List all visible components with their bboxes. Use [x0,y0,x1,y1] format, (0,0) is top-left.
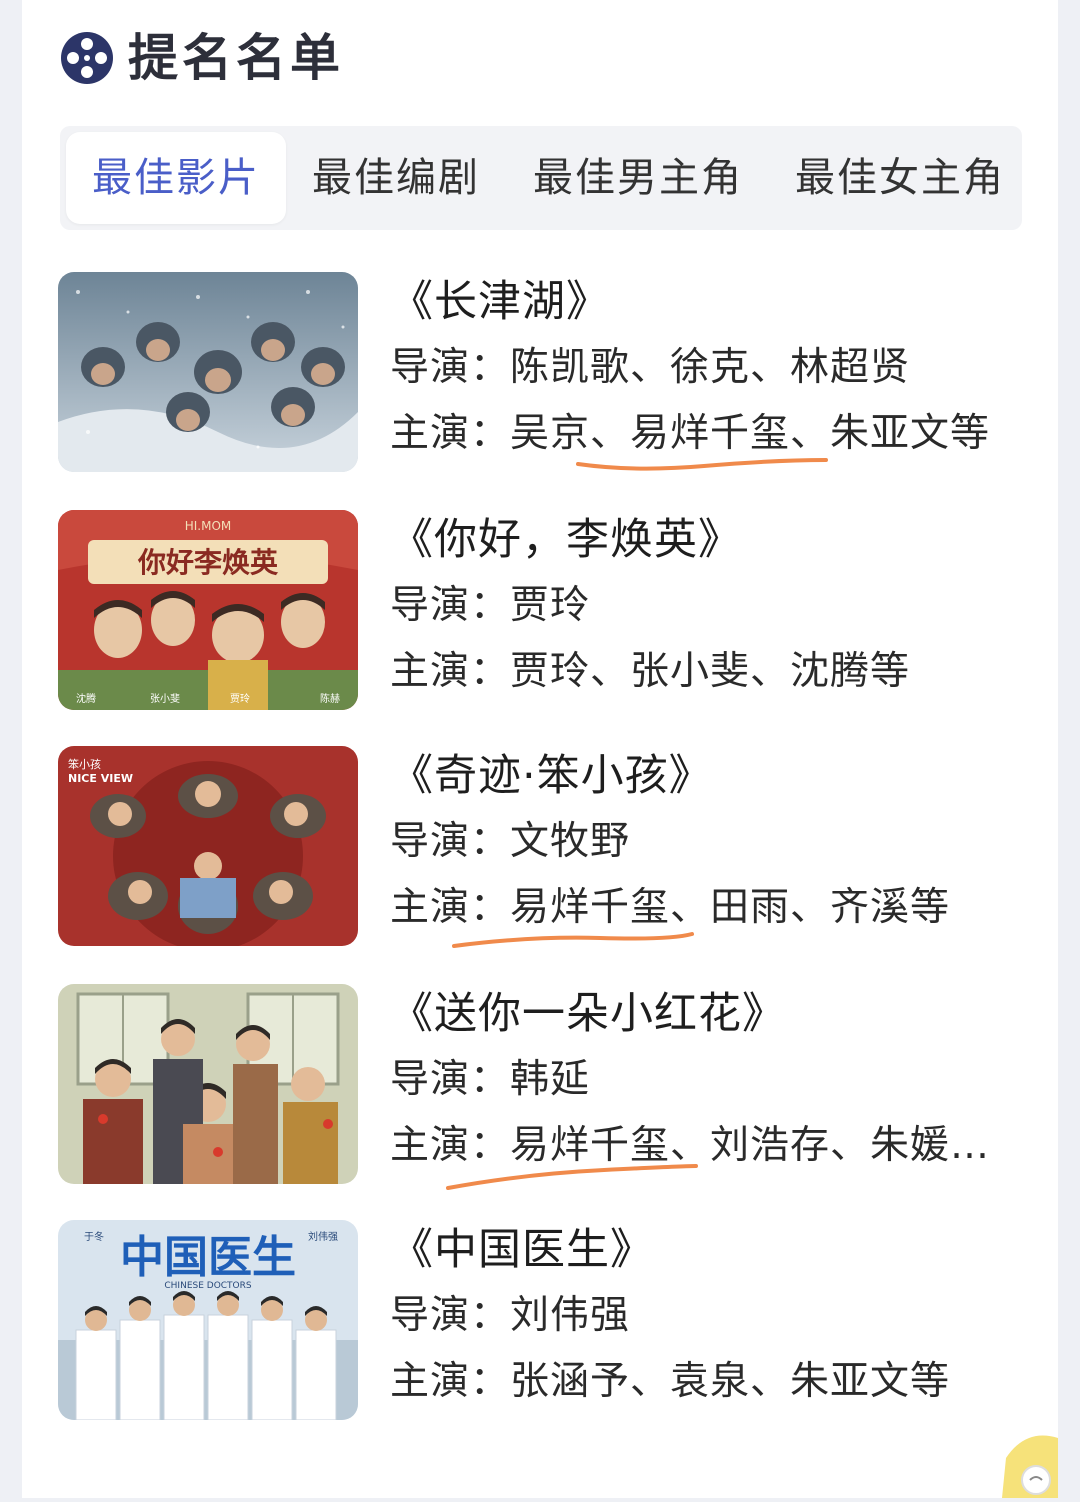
film-cast: 主演：易烊千玺、刘浩存、朱媛… [390,1123,991,1168]
tab-best-film[interactable]: 最佳影片 [66,132,286,224]
film-reel-icon [61,32,113,84]
film-director: 导演：韩延 [390,1057,591,1102]
poster-caption: 刘伟强 [308,1230,338,1243]
film-item[interactable]: 中国医生 CHINESE DOCTORS 于冬 刘伟强 《中国医生》 导演：刘伟… [58,1220,1022,1422]
film-title[interactable]: 《长津湖》 [390,272,610,332]
poster-caption: 沈腾 [76,692,96,705]
film-poster[interactable] [58,272,358,472]
film-title[interactable]: 《中国医生》 [390,1220,654,1280]
section-header: 提名名单 [60,26,344,90]
poster-caption: 你好李焕英 [137,546,279,579]
film-item[interactable]: 《长津湖》 导演：陈凯歌、徐克、林超贤 主演：吴京、易烊千玺、朱亚文等 [58,272,1022,474]
film-poster[interactable]: 笨小孩 NICE VIEW [58,746,358,946]
tab-best-actor[interactable]: 最佳男主角 [520,132,756,224]
award-category-tabs: 最佳影片 最佳编剧 最佳男主角 最佳女主角 [60,126,1022,230]
film-director: 导演：贾玲 [390,583,591,628]
film-cast: 主演：吴京、易烊千玺、朱亚文等 [390,411,991,456]
poster-caption: 于冬 [84,1230,104,1243]
tab-best-actress[interactable]: 最佳女主角 [782,132,1018,224]
family-poster-image: HI.MOM 你好李焕英 沈腾 张小斐 贾玲 陈赫 [58,510,358,710]
film-title[interactable]: 《送你一朵小红花》 [390,984,786,1044]
film-director: 导演：文牧野 [390,819,631,864]
poster-caption: 陈赫 [320,692,340,705]
corner-sticker-icon [996,1418,1058,1498]
film-director: 导演：刘伟强 [390,1293,631,1338]
poster-caption: NICE VIEW [68,772,133,785]
tab-best-screenplay[interactable]: 最佳编剧 [296,132,496,224]
poster-caption: 张小斐 [150,693,180,705]
film-item[interactable]: 《送你一朵小红花》 导演：韩延 主演：易烊千玺、刘浩存、朱媛… [58,984,1022,1190]
poster-caption: CHINESE DOCTORS [164,1281,252,1291]
poster-caption: 中国医生 [120,1232,296,1283]
crowd-poster-image: 笨小孩 NICE VIEW [58,746,358,946]
film-cast: 主演：贾玲、张小斐、沈腾等 [390,649,911,694]
poster-caption: 贾玲 [230,693,250,705]
family-room-poster-image [58,984,358,1184]
film-item[interactable]: 笨小孩 NICE VIEW 《奇迹·笨小孩》 导演：文牧野 主演：易烊千玺、田雨… [58,746,1022,948]
film-cast: 主演：易烊千玺、田雨、齐溪等 [390,885,951,930]
doctors-poster-image: 中国医生 CHINESE DOCTORS 于冬 刘伟强 [58,1220,358,1420]
poster-caption: HI.MOM [185,519,232,533]
page-title: 提名名单 [128,29,344,87]
battle-poster-image [58,272,358,472]
film-poster[interactable] [58,984,358,1184]
film-cast: 主演：张涵予、袁泉、朱亚文等 [390,1359,951,1404]
film-item[interactable]: HI.MOM 你好李焕英 沈腾 张小斐 贾玲 陈赫 《你好，李焕英》 导演：贾玲… [58,510,1022,712]
film-poster[interactable]: HI.MOM 你好李焕英 沈腾 张小斐 贾玲 陈赫 [58,510,358,710]
film-director: 导演：陈凯歌、徐克、林超贤 [390,345,911,390]
film-title[interactable]: 《你好，李焕英》 [390,510,742,570]
poster-caption: 笨小孩 [68,757,101,771]
film-title[interactable]: 《奇迹·笨小孩》 [390,746,713,806]
film-poster[interactable]: 中国医生 CHINESE DOCTORS 于冬 刘伟强 [58,1220,358,1420]
